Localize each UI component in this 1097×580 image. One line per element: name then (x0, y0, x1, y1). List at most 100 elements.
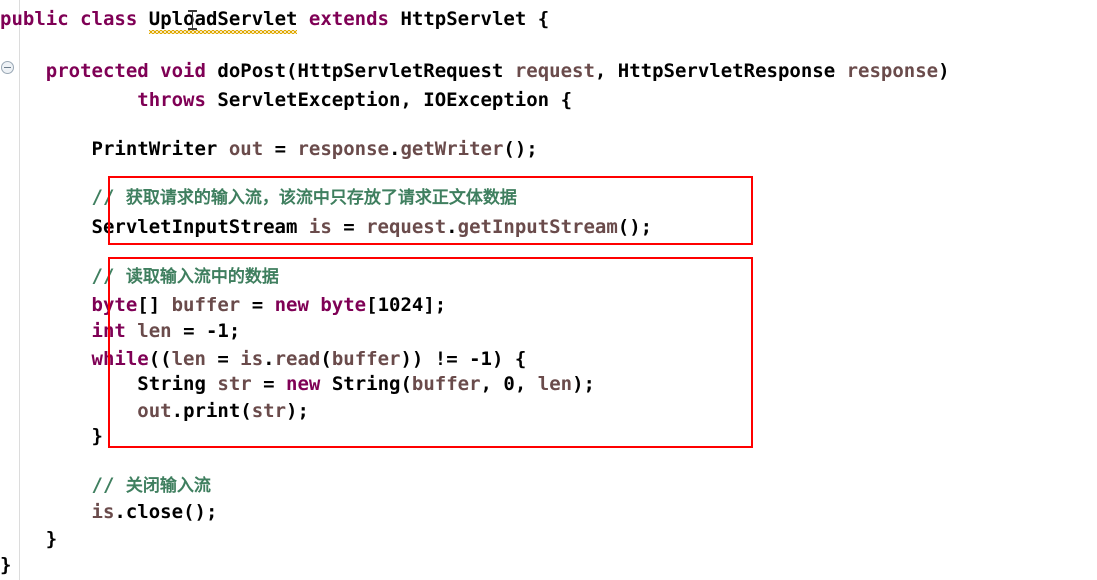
code-token: byte (92, 294, 138, 316)
code-token: new (286, 373, 320, 395)
code-token: close (126, 501, 183, 523)
token-text: PrintWriter (91, 138, 218, 160)
code-token: = (206, 348, 240, 370)
token-text: new (286, 373, 321, 395)
code-token: getInputStream (458, 216, 618, 238)
code-token: , (400, 89, 423, 111)
code-token: . (446, 216, 457, 238)
code-token (0, 294, 92, 316)
code-token: is (240, 348, 263, 370)
token-text: . (171, 400, 184, 422)
code-token: while (92, 348, 149, 370)
token-text: response (297, 138, 389, 160)
token-text: throws (137, 89, 206, 111)
code-line-2[interactable]: protected void doPost(HttpServletRequest… (0, 60, 950, 82)
token-text: . (263, 348, 275, 370)
code-token: ( (320, 348, 331, 370)
code-token: 读取输入流中的数据 (126, 265, 279, 287)
code-token (149, 60, 160, 82)
token-text: new (274, 294, 309, 316)
code-line-1[interactable]: public class UploadServlet extends HttpS… (0, 8, 549, 34)
token-text: is (308, 216, 332, 238)
code-line-15[interactable]: is.close(); (0, 501, 218, 523)
token-text: , (400, 89, 424, 111)
code-token: , 0, (481, 373, 538, 395)
token-text: str (217, 373, 252, 395)
token-text: , 0, (480, 373, 538, 395)
code-line-3[interactable]: throws ServletException, IOException { (0, 89, 572, 111)
code-token: void (160, 60, 206, 82)
code-line-6[interactable]: ServletInputStream is = request.getInput… (0, 216, 653, 238)
token-text: HttpServletRequest (297, 60, 504, 82)
code-token: int (92, 320, 126, 342)
code-token: ( (400, 373, 411, 395)
code-line-4[interactable]: PrintWriter out = response.getWriter(); (0, 138, 538, 160)
token-text: buffer (411, 373, 481, 395)
code-token (217, 138, 228, 160)
code-line-13[interactable]: } (0, 425, 103, 447)
token-text: [1024]; (366, 294, 447, 316)
token-text: ( (400, 373, 412, 395)
code-token: = -1; (172, 320, 240, 342)
token-text: while (91, 348, 149, 370)
code-line-9[interactable]: int len = -1; (0, 320, 241, 342)
code-token: 关闭输入流 (126, 474, 211, 496)
code-token (0, 60, 46, 82)
code-line-16[interactable]: } (0, 528, 57, 550)
code-lines-container[interactable]: public class UploadServlet extends HttpS… (0, 0, 1097, 580)
code-line-14[interactable]: // 关闭输入流 (0, 474, 211, 497)
token-text: len (137, 320, 172, 342)
code-token: = (332, 216, 366, 238)
code-token (69, 8, 80, 30)
code-token: doPost( (217, 60, 297, 82)
code-token: , (595, 60, 618, 82)
code-token (503, 60, 514, 82)
code-token: // (92, 186, 126, 208)
code-token: // (92, 265, 126, 287)
code-token: ); (572, 373, 595, 395)
code-line-11[interactable]: String str = new String(buffer, 0, len); (0, 373, 595, 395)
code-token: byte (320, 294, 366, 316)
code-line-12[interactable]: out.print(str); (0, 400, 309, 422)
code-token (320, 373, 331, 395)
code-token: = (252, 373, 286, 395)
token-text: String (137, 373, 206, 395)
code-token: is (309, 216, 332, 238)
token-text: buffer (331, 348, 401, 370)
code-token: 获取请求的输入流，该流中只存放了请求正文体数据 (126, 186, 517, 208)
code-token (0, 474, 92, 496)
code-line-8[interactable]: byte[] buffer = new byte[1024]; (0, 294, 447, 316)
token-text: ServletInputStream (91, 216, 298, 238)
code-token (206, 60, 217, 82)
warning-underline: UploadServlet (148, 8, 297, 34)
code-token: len (538, 373, 572, 395)
code-line-5[interactable]: // 获取请求的输入流，该流中只存放了请求正文体数据 (0, 186, 517, 209)
code-token: protected (46, 60, 149, 82)
token-text: doPost( (217, 60, 298, 82)
code-line-17[interactable]: } (0, 554, 11, 576)
token-text: { (549, 89, 573, 111)
code-token: public (0, 8, 69, 30)
code-line-10[interactable]: while((len = is.read(buffer)) != -1) { (0, 348, 527, 370)
code-line-7[interactable]: // 读取输入流中的数据 (0, 265, 279, 288)
token-text: ); (572, 373, 595, 395)
code-token (309, 294, 320, 316)
code-token: [1024]; (366, 294, 446, 316)
token-text: = (205, 348, 241, 370)
token-text: getInputStream (457, 216, 618, 238)
code-token: ServletInputStream (92, 216, 298, 238)
token-text: } (0, 554, 12, 576)
code-token: HttpServlet (400, 8, 526, 30)
token-text: len (537, 373, 573, 395)
token-text: getWriter (400, 138, 504, 160)
